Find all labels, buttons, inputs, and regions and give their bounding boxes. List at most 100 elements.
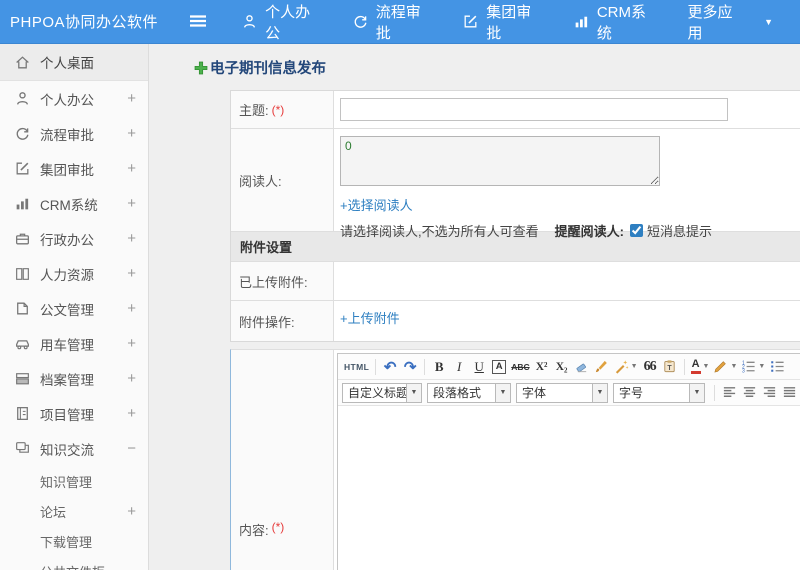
briefcase-icon <box>14 230 31 247</box>
format-brush-icon[interactable] <box>592 356 612 377</box>
heading-select[interactable]: 自定义标题 ▼ <box>342 382 422 403</box>
chevron-down-icon[interactable]: ▼ <box>406 383 421 402</box>
sidebar-item-label: CRM系统 <box>40 197 98 213</box>
notebook-icon <box>14 405 31 422</box>
chevron-down-icon[interactable]: ▼ <box>689 383 704 402</box>
sidebar-item-document-mgmt[interactable]: 公文管理 + <box>0 291 148 326</box>
chevron-down-icon[interactable]: ▼ <box>592 383 607 402</box>
unordered-list-icon[interactable] <box>767 356 787 377</box>
nav-item-crm-system[interactable]: CRM系统 <box>573 1 661 43</box>
sidebar-item-knowledge-exchange[interactable]: 知识交流 − <box>0 431 148 466</box>
nav-item-group-approval[interactable]: 集团审批 <box>462 1 546 43</box>
process-icon <box>14 125 31 142</box>
sidebar-item-archive-mgmt[interactable]: 档案管理 + <box>0 361 148 396</box>
superscript-icon[interactable]: X² <box>532 356 552 377</box>
nav-item-label: 更多应用 <box>687 3 733 42</box>
expand-toggle[interactable]: − <box>127 440 136 457</box>
chevron-down-icon[interactable]: ▼ <box>758 363 765 370</box>
toolbar-separator <box>424 358 426 375</box>
required-mark: (*) <box>271 520 285 534</box>
subscript-icon[interactable]: X₂ <box>552 356 572 377</box>
quickformat-wand-icon[interactable]: ▼ <box>612 356 640 377</box>
blockquote-icon[interactable]: 66 <box>640 356 660 377</box>
align-center-icon[interactable] <box>739 382 759 403</box>
top-nav: 个人办公 流程审批 集团审批 CRM系统 更多应用 ▼ <box>241 1 800 43</box>
eraser-icon[interactable] <box>572 356 592 377</box>
expand-toggle[interactable]: + <box>127 230 136 247</box>
sidebar-item-process-approval[interactable]: 流程审批 + <box>0 116 148 151</box>
archive-icon <box>14 370 31 387</box>
chevron-down-icon[interactable]: ▼ <box>495 383 510 402</box>
align-justify-icon[interactable] <box>779 382 799 403</box>
font-size-select[interactable]: 字号 ▼ <box>613 382 705 403</box>
sms-remind-checkbox[interactable] <box>629 224 643 237</box>
sidebar-item-group-approval[interactable]: 集团审批 + <box>0 151 148 186</box>
undo-icon[interactable]: ↶ <box>380 356 400 377</box>
expand-toggle[interactable]: + <box>127 195 136 212</box>
align-left-icon[interactable] <box>719 382 739 403</box>
html-source-button[interactable]: HTML <box>342 356 371 377</box>
edit-icon <box>462 13 479 30</box>
sidebar-item-personal-office[interactable]: 个人办公 + <box>0 81 148 116</box>
editor-content-area[interactable] <box>338 406 800 570</box>
redo-icon[interactable]: ↷ <box>400 356 420 377</box>
editor-toolbar-row1: HTML ↶ ↷ B I U A ABC X² X₂ ▼ 66 T A ▼ ▼ 1 2 3 ▼ <box>338 354 800 380</box>
chevron-down-icon[interactable]: ▼ <box>631 363 638 370</box>
subject-input[interactable] <box>340 98 728 121</box>
ordered-list-icon[interactable]: 1 2 3 ▼ <box>739 356 767 377</box>
person-icon <box>241 13 258 30</box>
highlight-pen-icon[interactable]: ▼ <box>711 356 739 377</box>
expand-toggle[interactable]: + <box>127 160 136 177</box>
toolbar-separator <box>375 358 377 375</box>
sidebar-item-label: 行政办公 <box>40 232 94 248</box>
sidebar-item-label: 知识管理 <box>40 474 93 490</box>
sidebar-item-personal-desktop[interactable]: 个人桌面 <box>0 44 148 81</box>
chevron-down-icon[interactable]: ▼ <box>730 363 737 370</box>
chevron-down-icon[interactable]: ▼ <box>703 363 710 370</box>
expand-toggle[interactable]: + <box>127 265 136 282</box>
sidebar-item-label: 用车管理 <box>40 337 94 353</box>
expand-toggle[interactable]: + <box>127 335 136 352</box>
strikethrough-icon[interactable]: ABC <box>509 356 531 377</box>
expand-toggle[interactable]: + <box>127 503 136 520</box>
nav-item-label: 集团审批 <box>486 3 532 42</box>
sidebar-item-forum[interactable]: 论坛 + <box>0 496 148 526</box>
font-family-select[interactable]: 字体 ▼ <box>516 382 608 403</box>
paragraph-select-value: 段落格式 <box>433 386 482 400</box>
italic-icon[interactable]: I <box>449 356 469 377</box>
paste-plain-icon[interactable]: T <box>660 356 680 377</box>
font-style-box-icon[interactable]: A <box>489 356 509 377</box>
expand-toggle[interactable]: + <box>127 300 136 317</box>
readers-label: 阅读人: <box>231 129 334 231</box>
sidebar-item-public-file-cabinet[interactable]: 公共文件柜 <box>0 556 148 570</box>
nav-item-personal-office[interactable]: 个人办公 <box>241 1 325 43</box>
sidebar-item-download-mgmt[interactable]: 下载管理 <box>0 526 148 556</box>
expand-toggle[interactable]: + <box>127 125 136 142</box>
expand-toggle[interactable]: + <box>127 90 136 107</box>
nav-item-process-approval[interactable]: 流程审批 <box>352 1 436 43</box>
hamburger-menu-icon[interactable] <box>189 14 211 30</box>
readers-textarea[interactable] <box>340 136 660 186</box>
select-readers-link[interactable]: +选择阅读人 <box>340 195 413 214</box>
doc-icon <box>14 300 31 317</box>
nav-item-more-apps[interactable]: 更多应用 ▼ <box>688 1 773 43</box>
sidebar-item-crm-system[interactable]: CRM系统 + <box>0 186 148 221</box>
sms-remind-label: 短消息提示 <box>646 224 712 239</box>
expand-toggle[interactable]: + <box>127 405 136 422</box>
expand-toggle[interactable]: + <box>127 370 136 387</box>
font-color-icon[interactable]: A ▼ <box>689 356 712 377</box>
sidebar-item-admin-office[interactable]: 行政办公 + <box>0 221 148 256</box>
paragraph-select[interactable]: 段落格式 ▼ <box>427 382 511 403</box>
sidebar-item-knowledge-mgmt[interactable]: 知识管理 <box>0 466 148 496</box>
chevron-down-icon[interactable]: ▼ <box>764 17 773 27</box>
font-style-box-icon-glyph: A <box>492 359 507 374</box>
underline-icon[interactable]: U <box>469 356 489 377</box>
align-right-icon[interactable] <box>759 382 779 403</box>
sidebar-submenu: 知识管理论坛 + 下载管理公共文件柜 <box>0 466 148 570</box>
sidebar-item-vehicle-mgmt[interactable]: 用车管理 + <box>0 326 148 361</box>
bold-icon[interactable]: B <box>429 356 449 377</box>
sidebar-item-label: 流程审批 <box>40 127 94 143</box>
sidebar-item-project-mgmt[interactable]: 项目管理 + <box>0 396 148 431</box>
sidebar-item-human-resources[interactable]: 人力资源 + <box>0 256 148 291</box>
upload-attachment-link[interactable]: +上传附件 <box>340 308 400 327</box>
